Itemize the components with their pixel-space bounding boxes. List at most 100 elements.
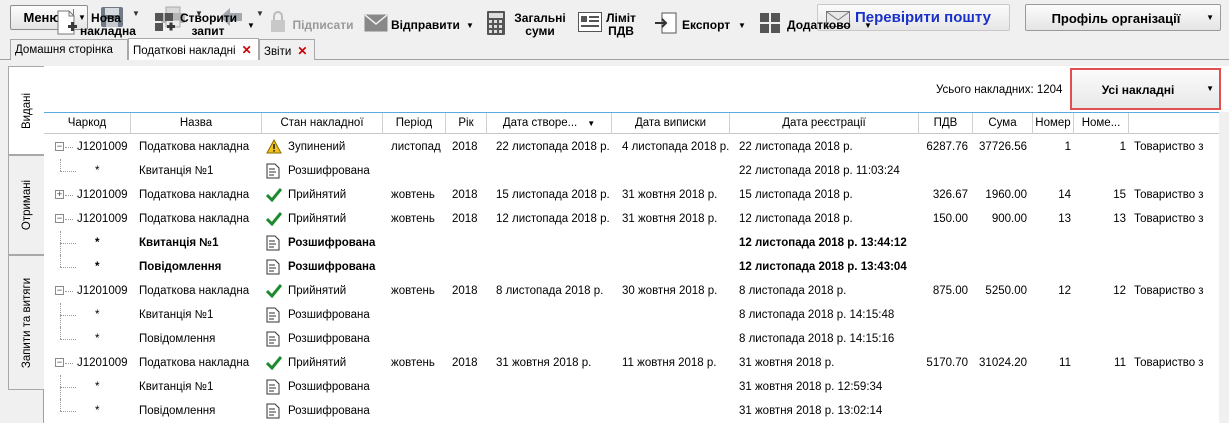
- column-header-label: Стан накладної: [280, 117, 364, 129]
- column-header-label: Дата реєстрації: [782, 117, 866, 129]
- table-row[interactable]: * Квитанція №1 Розшифрована 31 жовтня 2018 …: [44, 375, 1219, 399]
- barcode-cell: *: [95, 405, 100, 417]
- table-row[interactable]: − J1201009 Податкова накладна Зупинений лист…: [44, 135, 1219, 159]
- column-header-status[interactable]: Стан накладної: [262, 113, 383, 134]
- vat-cell: [919, 327, 968, 351]
- period-cell: [391, 375, 446, 399]
- create-request-button[interactable]: Створити запит ▼: [154, 10, 260, 40]
- export-button[interactable]: Експорт ▼: [654, 10, 750, 40]
- table-row[interactable]: * Повідомлення Розшифрована 8 листопада 201…: [44, 327, 1219, 351]
- organization-profile-label: Профіль організації: [1051, 11, 1181, 26]
- additional-button[interactable]: Додатково ▼: [760, 10, 876, 40]
- barcode-cell: *: [95, 237, 100, 249]
- registered-cell: 31 жовтня 2018 р. 12:59:34: [739, 381, 883, 393]
- column-header-year[interactable]: Рік: [446, 113, 487, 134]
- tab-reports[interactable]: Звіти ✕: [259, 39, 315, 60]
- name-cell: Податкова накладна: [139, 213, 250, 225]
- invoices-grid: Чаркод Назва Стан накладної Період Рік Д…: [44, 112, 1219, 423]
- column-header-created[interactable]: Дата створе... ▼: [487, 113, 612, 134]
- expand-icon[interactable]: +: [55, 190, 64, 199]
- new-document-icon: [56, 10, 78, 39]
- column-header-vat[interactable]: ПДВ: [919, 113, 973, 134]
- chevron-down-icon[interactable]: ▼: [738, 19, 746, 32]
- period-cell: [391, 303, 446, 327]
- table-row[interactable]: + J1201009 Податкова накладна Прийнятий жовт…: [44, 183, 1219, 207]
- table-row[interactable]: * Повідомлення Розшифрована 12 листопада 20…: [44, 255, 1219, 279]
- year-cell: [452, 255, 487, 279]
- vat-limit-label: Ліміт ПДВ: [606, 11, 636, 38]
- vat-cell: 6287.76: [926, 141, 968, 153]
- side-tab-issued[interactable]: Видані: [8, 66, 45, 155]
- tree-line: [60, 399, 61, 411]
- vertical-scrollbar[interactable]: [1219, 112, 1229, 423]
- table-row[interactable]: * Квитанція №1 Розшифрована 22 листопада 20…: [44, 159, 1219, 183]
- num-cell: [1033, 231, 1071, 255]
- name-cell: Квитанція №1: [139, 381, 214, 393]
- issued-cell: 4 листопада 2018 р.: [622, 141, 730, 153]
- sign-label: Підписати: [292, 18, 354, 32]
- chevron-down-icon[interactable]: ▼: [247, 19, 255, 32]
- tree-line: [60, 327, 61, 339]
- column-header-registered[interactable]: Дата реєстрації: [730, 113, 919, 134]
- table-row[interactable]: − J1201009 Податкова накладна Прийнятий жовт…: [44, 207, 1219, 231]
- table-row[interactable]: * Квитанція №1 Розшифрована 8 листопада 201…: [44, 303, 1219, 327]
- table-row[interactable]: * Квитанція №1 Розшифрована 12 листопада 20…: [44, 231, 1219, 255]
- side-tab-requests[interactable]: Запити та витяги: [8, 255, 45, 390]
- document-icon: [266, 331, 281, 350]
- collapse-icon[interactable]: −: [55, 358, 64, 367]
- table-row[interactable]: * Повідомлення Розшифрована 31 жовтня 2018 …: [44, 399, 1219, 423]
- chevron-down-icon[interactable]: ▼: [466, 19, 474, 32]
- column-header-number2[interactable]: Номе...: [1074, 113, 1129, 134]
- tree-line: [60, 315, 76, 316]
- table-row[interactable]: − J1201009 Податкова накладна Прийнятий жовт…: [44, 351, 1219, 375]
- chevron-down-icon[interactable]: ▼: [1206, 13, 1214, 22]
- totals-button[interactable]: Загальні суми: [486, 10, 570, 40]
- period-cell: жовтень: [391, 213, 435, 225]
- org-cell: [1134, 231, 1219, 255]
- num-cell: [1033, 255, 1071, 279]
- tab-tax-invoices[interactable]: Податкові накладні ✕: [128, 38, 259, 60]
- collapse-icon[interactable]: −: [55, 286, 64, 295]
- close-icon[interactable]: ✕: [242, 43, 252, 57]
- new-invoice-button[interactable]: Нова накладна: [56, 10, 146, 40]
- registered-cell: 31 жовтня 2018 р.: [739, 357, 835, 369]
- invoice-filter-dropdown[interactable]: Усі накладні ▼: [1070, 68, 1221, 110]
- collapse-icon[interactable]: −: [55, 142, 64, 151]
- status-cell: Прийнятий: [288, 285, 347, 297]
- sum-cell: [973, 255, 1027, 279]
- sign-button[interactable]: Підписати: [270, 10, 356, 40]
- table-row[interactable]: − J1201009 Податкова накладна Прийнятий жовт…: [44, 279, 1219, 303]
- vat-cell: [919, 303, 968, 327]
- column-header-org[interactable]: [1129, 113, 1219, 134]
- column-header-label: Чаркод: [67, 117, 107, 129]
- name-cell: Повідомлення: [139, 333, 216, 345]
- chevron-down-icon[interactable]: ▼: [1206, 84, 1214, 93]
- column-header-issued[interactable]: Дата виписки: [612, 113, 730, 134]
- close-icon[interactable]: ✕: [297, 44, 307, 58]
- created-cell: [496, 303, 612, 327]
- period-cell: жовтень: [391, 357, 435, 369]
- period-cell: [391, 399, 446, 423]
- collapse-icon[interactable]: −: [55, 214, 64, 223]
- vat-limit-button[interactable]: Ліміт ПДВ: [578, 10, 644, 40]
- side-tab-received[interactable]: Отримані: [8, 155, 45, 255]
- num-cell: 14: [1058, 189, 1071, 201]
- column-header-barcode[interactable]: Чаркод: [44, 113, 131, 134]
- organization-profile-button[interactable]: Профіль організації ▼: [1025, 4, 1221, 31]
- column-header-period[interactable]: Період: [383, 113, 446, 134]
- column-header-sum[interactable]: Сума: [973, 113, 1033, 134]
- tree-line: [65, 291, 73, 292]
- column-header-label: Номер: [1035, 117, 1071, 129]
- column-header-label: Дата створе...: [502, 117, 578, 129]
- status-cell: Зупинений: [288, 141, 346, 153]
- created-cell: 8 листопада 2018 р.: [496, 285, 604, 297]
- column-header-label: ПДВ: [933, 117, 958, 129]
- send-button[interactable]: Відправити ▼: [364, 10, 478, 40]
- sum-cell: [973, 231, 1027, 255]
- column-header-number[interactable]: Номер: [1033, 113, 1074, 134]
- org-cell: [1134, 303, 1219, 327]
- column-header-name[interactable]: Назва: [131, 113, 262, 134]
- sum-cell: [973, 159, 1027, 183]
- chevron-down-icon[interactable]: ▼: [864, 19, 872, 32]
- tab-home[interactable]: Домашня сторінка: [10, 39, 128, 60]
